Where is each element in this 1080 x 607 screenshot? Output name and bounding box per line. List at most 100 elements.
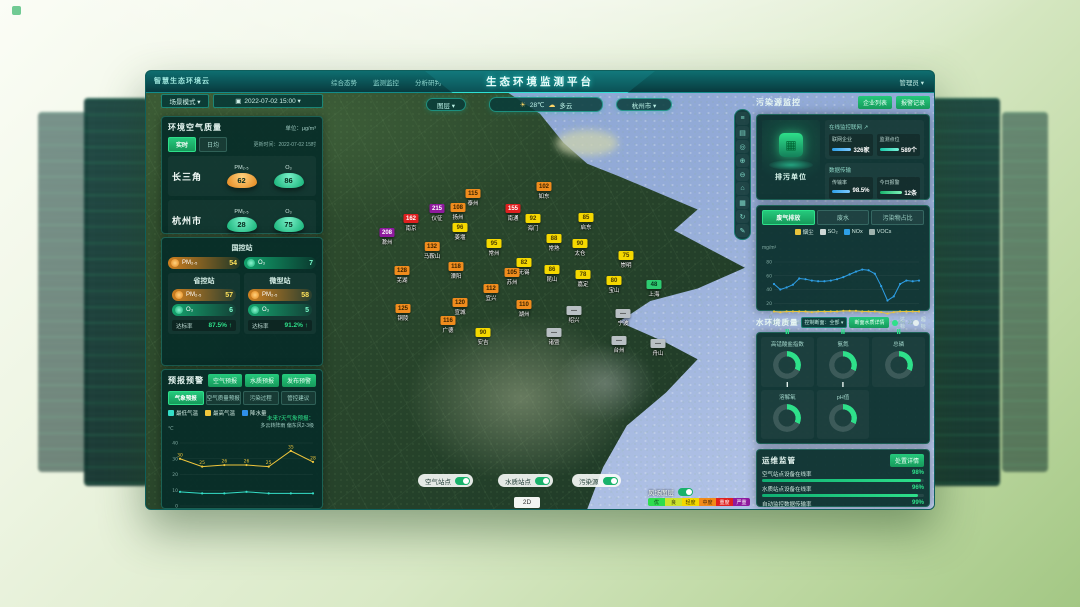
- map-station-marker[interactable]: 120宣城: [453, 298, 468, 316]
- datetime-picker[interactable]: ▣ 2022-07-02 15:00 ▾: [213, 94, 323, 108]
- map-station-marker[interactable]: 208滁州: [380, 228, 395, 246]
- map-station-marker[interactable]: 90太仓: [573, 239, 588, 257]
- map-station-marker[interactable]: 78嘉定: [576, 270, 591, 288]
- tab-pollution-process[interactable]: 污染过程: [243, 391, 279, 405]
- map-station-marker[interactable]: 112宜兴: [484, 284, 499, 302]
- toggle-pollution-sources[interactable]: 污染源: [572, 474, 621, 487]
- map-station-marker[interactable]: 132马鞍山: [424, 242, 441, 260]
- svg-text:30: 30: [177, 452, 183, 458]
- toggle-switch-icon[interactable]: [678, 488, 693, 496]
- map-station-marker[interactable]: 102如东: [537, 182, 552, 200]
- nav-item-overview[interactable]: 综合态势: [331, 77, 357, 87]
- map-station-marker[interactable]: 80宝山: [607, 276, 622, 294]
- section-selector[interactable]: 控制断面：全部 ▾: [801, 317, 848, 328]
- map-station-marker[interactable]: 118溧阳: [449, 262, 464, 280]
- tab-waste-water[interactable]: 废水: [817, 210, 870, 225]
- toggle-switch-icon[interactable]: [535, 477, 550, 485]
- map-city-select[interactable]: 杭州市 ▾: [616, 98, 672, 111]
- map-station-marker[interactable]: 110湖州: [517, 300, 532, 318]
- map-station-marker[interactable]: 86昆山: [545, 265, 560, 283]
- water-forecast-button[interactable]: 水质预报: [245, 374, 279, 387]
- reset-icon[interactable]: ↻: [736, 210, 749, 223]
- tab-gas-emission[interactable]: 废气排放: [762, 210, 815, 225]
- toggle-switch-icon[interactable]: [455, 477, 470, 485]
- map-station-marker[interactable]: 125铜陵: [396, 304, 411, 322]
- aqi-level-light: 轻度: [682, 498, 699, 506]
- wind-layer-toggle[interactable]: 风场图层: [648, 487, 693, 497]
- map-station-marker[interactable]: 128芜湖: [395, 266, 410, 284]
- menu-icon[interactable]: ≡: [736, 112, 749, 125]
- map-station-marker[interactable]: 85启东: [579, 213, 594, 231]
- scene-mode-select[interactable]: 场景模式 ▾: [161, 94, 209, 108]
- gauge-label: O₃: [285, 165, 292, 171]
- map-weather-value: 多云: [559, 100, 572, 110]
- map-station-marker[interactable]: 92海门: [526, 214, 541, 232]
- publish-warning-button[interactable]: 发布预警: [282, 374, 316, 387]
- toggle-switch-icon[interactable]: [603, 477, 618, 485]
- map-station-marker[interactable]: 95常州: [487, 239, 502, 257]
- gauge-label: PM₂.₅: [234, 165, 248, 171]
- aqi-level-medium: 中度: [699, 498, 716, 506]
- map-station-marker[interactable]: 96姜堰: [453, 223, 468, 241]
- map-station-marker[interactable]: 90安吉: [476, 328, 491, 346]
- datetime-value: 2022-07-02 15:00 ▾: [244, 97, 300, 105]
- toggle-water-stations[interactable]: 水质站点: [498, 474, 553, 487]
- aqi-color-legend: 优 良 轻度 中度 重度 严重: [648, 498, 750, 506]
- ops-detail-button[interactable]: 处置详情: [890, 454, 924, 467]
- map-station-marker[interactable]: 75崇明: [619, 251, 634, 269]
- draw-icon[interactable]: ✎: [736, 224, 749, 237]
- map-weather-widget: ☀ 28℃ ☁ 多云: [489, 97, 603, 112]
- svg-text:26: 26: [244, 459, 250, 465]
- air-tab-daily[interactable]: 日均: [199, 137, 227, 152]
- map-toolbar: ≡ ▤ ◎ ⊕ ⊖ ⌂ ▦ ↻ ✎: [734, 109, 751, 240]
- map-station-marker[interactable]: —舟山: [651, 339, 666, 357]
- map-layer-button[interactable]: 图层 ▾: [426, 98, 466, 111]
- gauge-permanganate: 高锰酸盐指数 Ⅱ: [761, 337, 814, 387]
- zoom-out-icon[interactable]: ⊖: [736, 168, 749, 181]
- nav-item-monitoring[interactable]: 监测监控: [373, 77, 399, 87]
- alarm-record-button[interactable]: 报警记录: [896, 96, 930, 109]
- map-station-marker[interactable]: 105苏州: [505, 268, 520, 286]
- o3-metric-chip: O₃ 5: [248, 304, 312, 316]
- air-tab-realtime[interactable]: 实时: [168, 137, 196, 152]
- tab-pollutant-share[interactable]: 污染物占比: [871, 210, 924, 225]
- stat-transfer-rate: 传输率 98.5%: [829, 177, 873, 199]
- map-station-marker[interactable]: 115泰州: [466, 189, 481, 207]
- map-station-marker[interactable]: —绍兴: [567, 306, 582, 324]
- zoom-in-icon[interactable]: ⊕: [736, 154, 749, 167]
- svg-text:80: 80: [766, 260, 772, 266]
- svg-text:07-09: 07-09: [306, 509, 318, 510]
- map-station-marker[interactable]: 162南京: [404, 214, 419, 232]
- watermark-logo: [12, 6, 21, 15]
- user-menu[interactable]: 管理员 ▾: [899, 77, 924, 87]
- tab-control-advice[interactable]: 管控建议: [281, 391, 317, 405]
- map-station-marker[interactable]: 155南通: [506, 204, 521, 222]
- home-icon[interactable]: ⌂: [736, 182, 749, 195]
- tab-air-forecast[interactable]: 空气质量预报: [206, 391, 242, 405]
- source-card-label: 排污单位: [775, 172, 807, 182]
- air-forecast-button[interactable]: 空气预报: [208, 374, 242, 387]
- map-station-marker[interactable]: —台州: [612, 336, 627, 354]
- map-station-marker[interactable]: 48上海: [647, 280, 662, 298]
- pm25-gauge: PM₂.₅ 62: [218, 165, 265, 188]
- map-station-marker[interactable]: —宁波: [616, 309, 631, 327]
- map-station-marker[interactable]: 215仪征: [430, 204, 445, 222]
- region-name: 杭州市: [172, 214, 218, 227]
- map-2d-mode-button[interactable]: 2D: [514, 497, 540, 508]
- grid-icon[interactable]: ▦: [736, 196, 749, 209]
- map-station-marker[interactable]: —诸暨: [547, 328, 562, 346]
- water-detail-button[interactable]: 断面水质详情: [849, 317, 889, 328]
- map-station-marker[interactable]: 108扬州: [451, 203, 466, 221]
- toggle-air-stations[interactable]: 空气站点: [418, 474, 473, 487]
- map-station-marker[interactable]: 88常熟: [547, 234, 562, 252]
- locate-icon[interactable]: ◎: [736, 140, 749, 153]
- layers-icon[interactable]: ▤: [736, 126, 749, 139]
- air-panel-title: 环境空气质量: [168, 122, 222, 133]
- enterprise-list-button[interactable]: 企业列表: [858, 96, 892, 109]
- tab-weather-forecast[interactable]: 气象预报: [168, 391, 204, 405]
- water-gauge-grid: 高锰酸盐指数 Ⅱ 氨氮 Ⅱ 总磷 Ⅱ 溶解氧 Ⅰ pH值 Ⅰ: [756, 332, 930, 444]
- emission-legend: 烟尘 SO₂ NOx VOCs: [762, 228, 924, 236]
- sun-icon: ☀: [520, 101, 526, 109]
- air-region-row: 长三角 PM₂.₅ 62 O₃ 86: [168, 156, 316, 196]
- map-station-marker[interactable]: 116广德: [441, 316, 456, 334]
